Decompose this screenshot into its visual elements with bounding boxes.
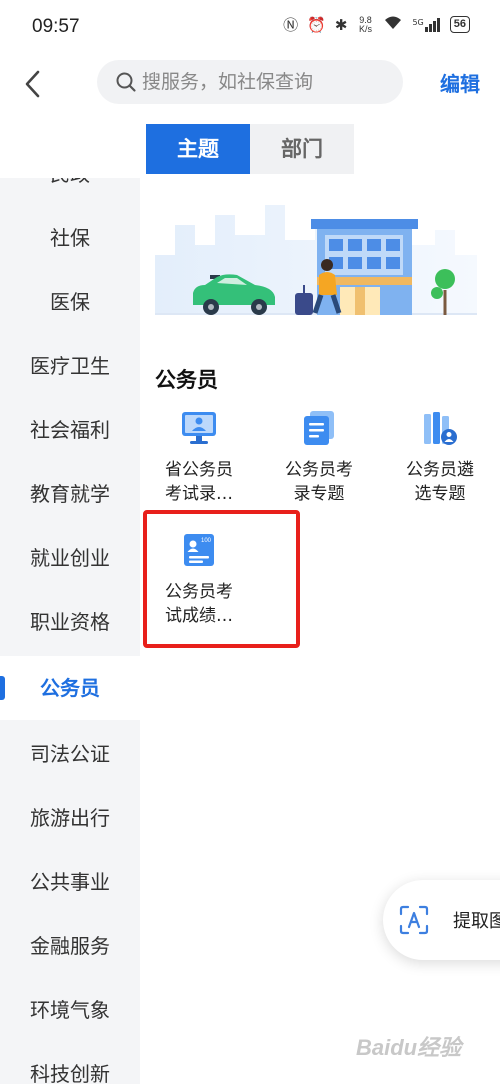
sidebar-item-judicial[interactable]: 司法公证 bbox=[0, 722, 140, 786]
sidebar-item-finance[interactable]: 金融服务 bbox=[0, 914, 140, 978]
sidebar-item-civil-affairs[interactable]: 民政 bbox=[0, 178, 140, 206]
tab-bar: 主题 部门 bbox=[146, 124, 354, 174]
sidebar-item-civil-servant[interactable]: 公务员 bbox=[0, 656, 140, 720]
service-exam-admission[interactable]: 省公务员考试录… bbox=[144, 408, 254, 506]
category-sidebar[interactable]: 民政 社保 医保 医疗卫生 社会福利 教育就学 就业创业 职业资格 公务员 司法… bbox=[0, 178, 140, 1084]
tab-department[interactable]: 部门 bbox=[250, 124, 354, 174]
sidebar-item-qualification[interactable]: 职业资格 bbox=[0, 590, 140, 654]
alarm-icon: ⏰ bbox=[307, 15, 326, 34]
service-label-line2: 录专题 bbox=[293, 484, 345, 504]
document-stack-icon bbox=[304, 411, 334, 445]
search-icon bbox=[115, 71, 137, 93]
sidebar-item-social-security[interactable]: 社保 bbox=[0, 206, 140, 270]
status-bar: 09:57 Ⓝ ⏰ ✱ 9.8 K/s 5G 56 bbox=[0, 0, 500, 56]
sidebar-item-technology[interactable]: 科技创新 bbox=[0, 1042, 140, 1084]
highlight-box bbox=[143, 510, 300, 648]
wifi-icon bbox=[383, 15, 403, 35]
sidebar-item-social-welfare[interactable]: 社会福利 bbox=[0, 398, 140, 462]
nfc-icon: Ⓝ bbox=[283, 16, 299, 34]
service-label-line1: 省公务员 bbox=[165, 460, 233, 480]
service-label: 省公务员考试录… bbox=[144, 458, 254, 506]
bluetooth-icon: ✱ bbox=[334, 15, 348, 34]
status-time: 09:57 bbox=[32, 16, 80, 37]
service-exam-topic[interactable]: 公务员考 录专题 bbox=[264, 408, 374, 506]
service-selection-topic[interactable]: 公务员遴 选专题 bbox=[385, 408, 495, 506]
signal-icon: 5G bbox=[412, 17, 440, 32]
back-button[interactable] bbox=[18, 66, 48, 102]
sidebar-item-education[interactable]: 教育就学 bbox=[0, 462, 140, 526]
sidebar-item-public-utility[interactable]: 公共事业 bbox=[0, 850, 140, 914]
sidebar-item-environment[interactable]: 环境气象 bbox=[0, 978, 140, 1042]
active-indicator bbox=[0, 676, 5, 700]
status-icons: Ⓝ ⏰ ✱ 9.8 K/s 5G 56 bbox=[283, 14, 470, 35]
service-label-line1: 公务员遴 bbox=[406, 460, 474, 480]
books-person-icon bbox=[424, 412, 457, 445]
text-extract-icon bbox=[399, 905, 429, 935]
service-label-line2: 选专题 bbox=[414, 484, 466, 504]
signal-label: 5G bbox=[412, 17, 424, 27]
tab-theme[interactable]: 主题 bbox=[146, 124, 250, 174]
extract-text-label: 提取图 bbox=[453, 911, 500, 932]
section-title: 公务员 bbox=[155, 368, 218, 392]
battery-icon: 56 bbox=[449, 16, 470, 33]
service-label-line2: 考试录… bbox=[165, 484, 233, 504]
service-label-line1: 公务员考 bbox=[285, 460, 353, 480]
monitor-person-icon bbox=[182, 412, 216, 444]
edit-button[interactable]: 编辑 bbox=[440, 68, 480, 97]
search-box[interactable] bbox=[97, 60, 403, 104]
service-label: 公务员考 录专题 bbox=[264, 458, 374, 506]
chevron-left-icon bbox=[25, 70, 40, 98]
sidebar-item-healthcare[interactable]: 医疗卫生 bbox=[0, 334, 140, 398]
sidebar-item-medical-insurance[interactable]: 医保 bbox=[0, 270, 140, 334]
sidebar-item-label: 公务员 bbox=[40, 676, 100, 700]
header: 编辑 bbox=[0, 56, 500, 112]
net-speed: 9.8 K/s bbox=[356, 15, 374, 34]
service-label: 公务员遴 选专题 bbox=[385, 458, 495, 506]
search-input[interactable] bbox=[142, 71, 392, 93]
baidu-watermark: Baidu经验 bbox=[356, 1035, 462, 1060]
extract-text-button[interactable]: 提取图 bbox=[383, 880, 500, 960]
sidebar-item-employment[interactable]: 就业创业 bbox=[0, 526, 140, 590]
banner-illustration bbox=[155, 205, 477, 315]
net-speed-unit: K/s bbox=[358, 23, 372, 34]
sidebar-item-travel[interactable]: 旅游出行 bbox=[0, 786, 140, 850]
